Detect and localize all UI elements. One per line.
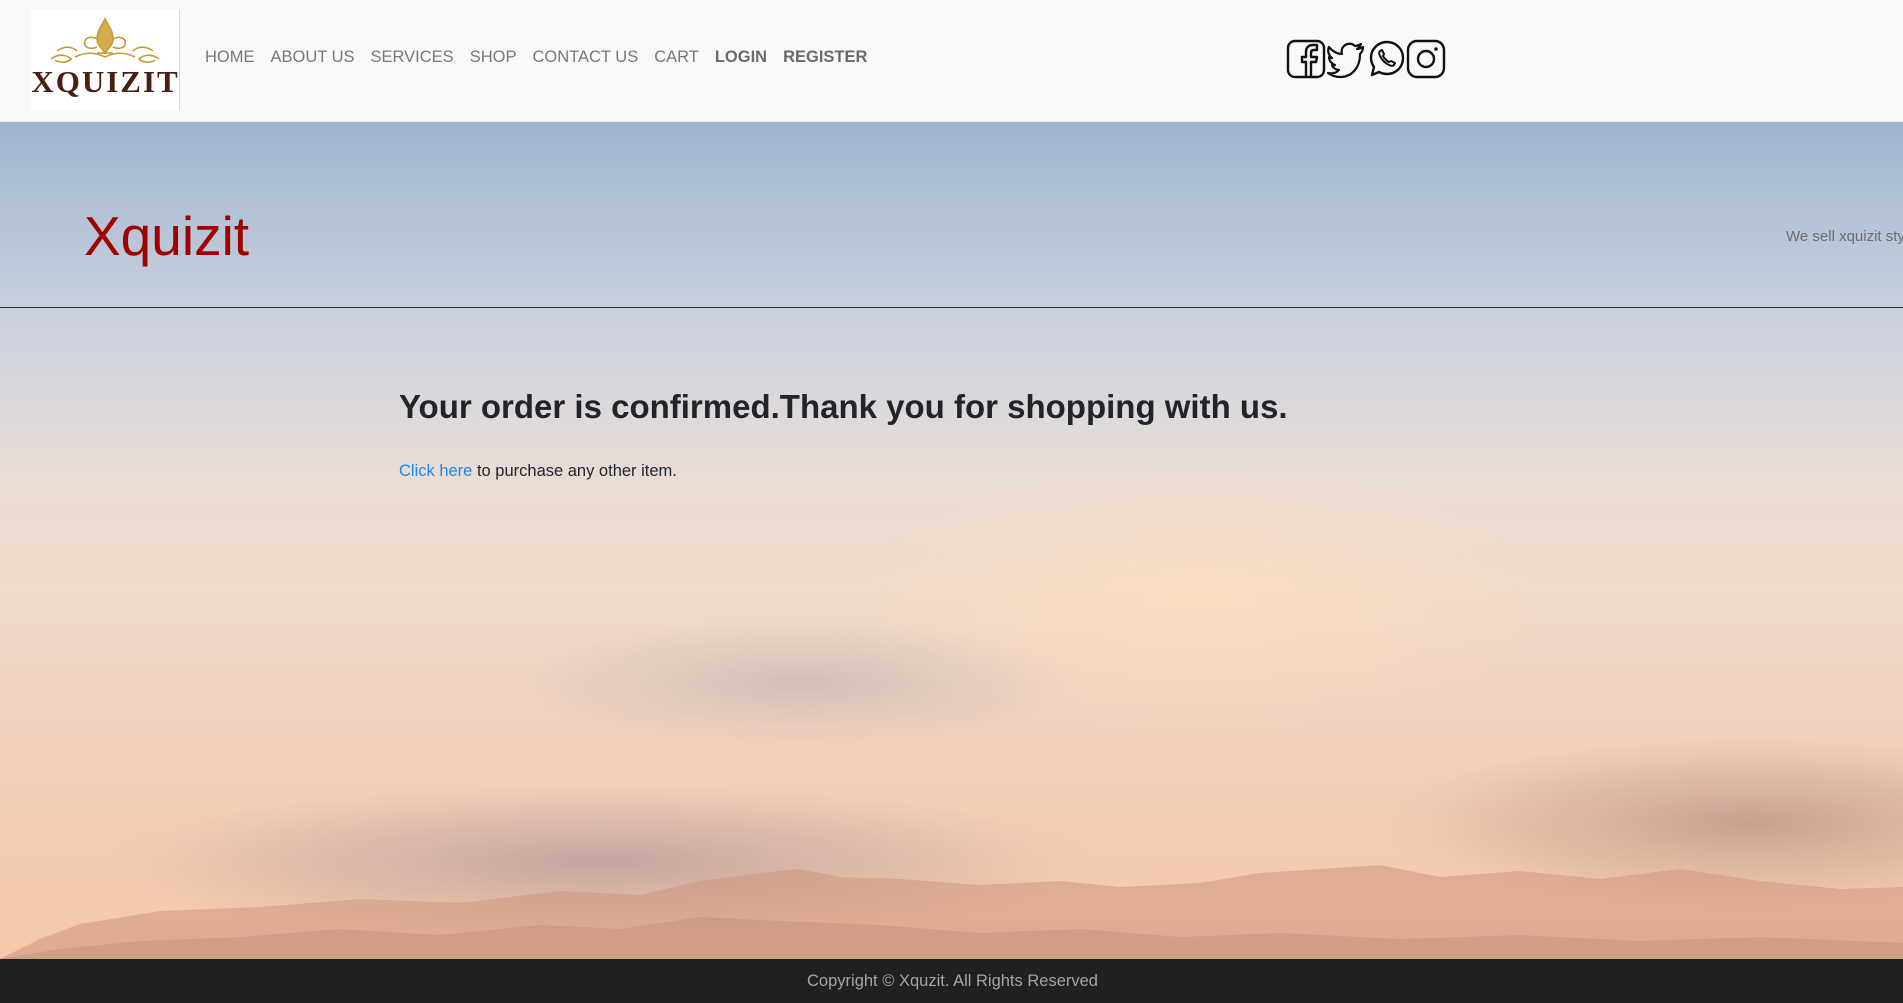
nav-register[interactable]: REGISTER bbox=[775, 48, 875, 67]
nav-home[interactable]: HOME bbox=[197, 48, 263, 67]
nav-login[interactable]: LOGIN bbox=[707, 48, 775, 67]
continue-shopping-text: to purchase any other item. bbox=[472, 462, 677, 480]
hero-background: Xquizit We sell xquizit style Your order… bbox=[0, 122, 1903, 959]
nav-shop[interactable]: SHOP bbox=[462, 48, 525, 67]
nav-services[interactable]: SERVICES bbox=[363, 48, 462, 67]
mountain-silhouette bbox=[0, 865, 1903, 959]
whatsapp-icon[interactable] bbox=[1366, 38, 1406, 80]
instagram-icon[interactable] bbox=[1406, 38, 1446, 80]
nav-cart[interactable]: CART bbox=[646, 48, 707, 67]
continue-shopping-line: Click here to purchase any other item. bbox=[399, 462, 677, 481]
hero-title: Xquizit bbox=[84, 205, 250, 267]
nav-about-us[interactable]: ABOUT US bbox=[263, 48, 363, 67]
facebook-icon[interactable] bbox=[1286, 38, 1326, 80]
hero-tagline: We sell xquizit style bbox=[1786, 228, 1903, 245]
nav-contact-us[interactable]: CONTACT US bbox=[524, 48, 646, 67]
main-nav: HOME ABOUT US SERVICES SHOP CONTACT US C… bbox=[197, 48, 875, 67]
footer: Copyright © Xquzit. All Rights Reserved bbox=[0, 959, 1903, 1003]
social-links bbox=[1286, 38, 1446, 80]
brand-logo[interactable]: XQUIZIT bbox=[31, 9, 180, 110]
navbar: XQUIZIT HOME ABOUT US SERVICES SHOP CONT… bbox=[0, 0, 1903, 122]
hero-divider bbox=[0, 307, 1903, 308]
copyright-text: Copyright © Xquzit. All Rights Reserved bbox=[807, 971, 1098, 990]
twitter-icon[interactable] bbox=[1326, 38, 1366, 80]
brand-logo-text: XQUIZIT bbox=[31, 64, 180, 99]
fleur-de-lis-crown-icon bbox=[50, 17, 160, 63]
continue-shopping-link[interactable]: Click here bbox=[399, 462, 472, 480]
order-confirmation-heading: Your order is confirmed.Thank you for sh… bbox=[399, 388, 1288, 425]
